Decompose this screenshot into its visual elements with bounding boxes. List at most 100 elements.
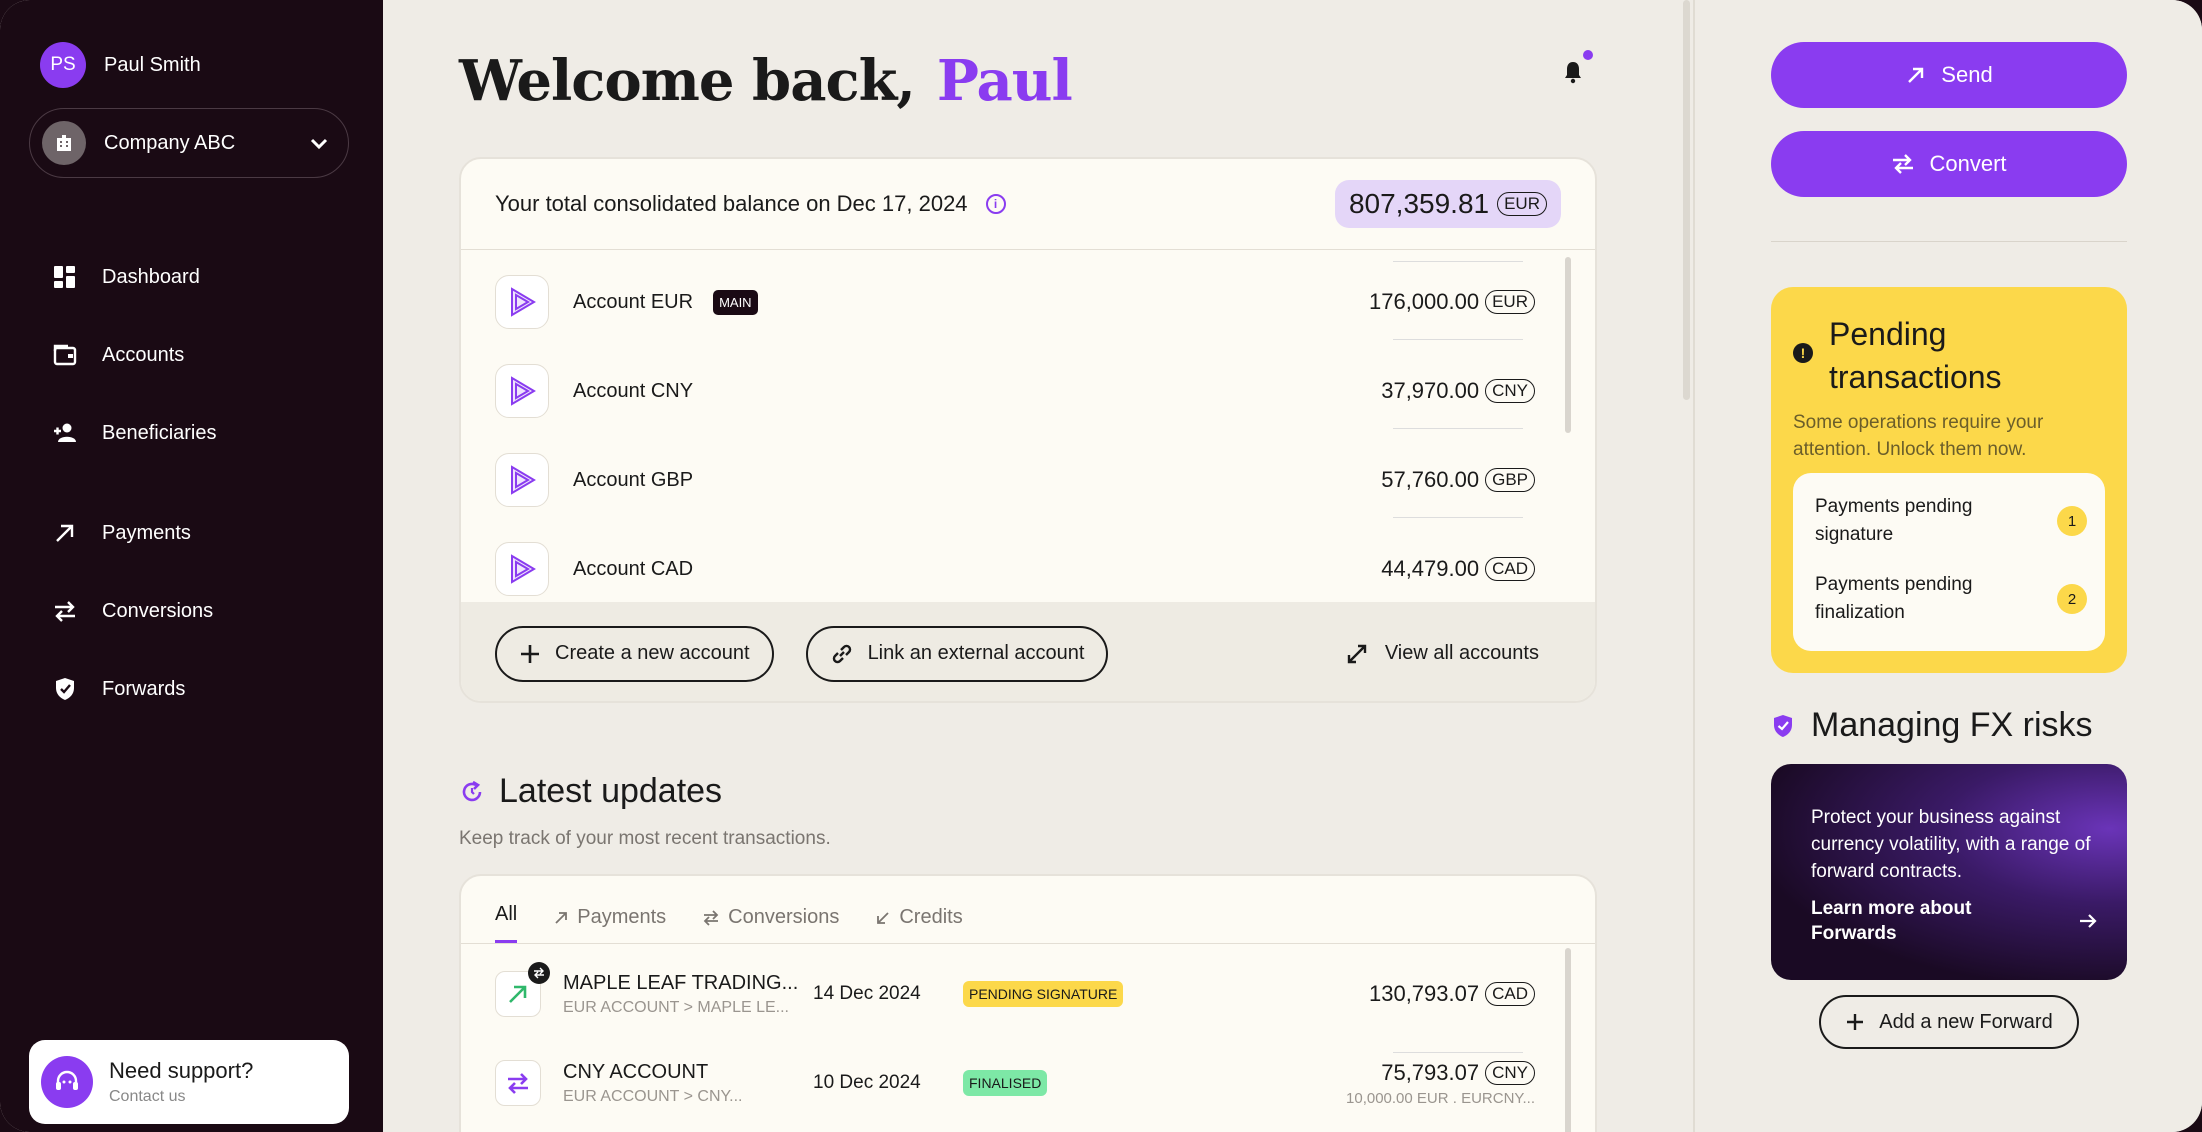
transaction-route: EUR ACCOUNT > CNY... (563, 1087, 743, 1105)
view-all-accounts-link[interactable]: View all accounts (1345, 642, 1539, 666)
updates-subtitle: Keep track of your most recent transacti… (459, 828, 831, 849)
tab-all[interactable]: All (495, 903, 518, 943)
account-logo-icon (495, 275, 549, 329)
transaction-row[interactable]: MAPLE LEAF TRADING... EUR ACCOUNT > MAPL… (495, 962, 1535, 1024)
fx-promo-card[interactable]: Protect your business against currency v… (1771, 764, 2127, 980)
headset-icon (41, 1056, 93, 1108)
pending-item[interactable]: Payments pending signature 1 (1815, 493, 2087, 549)
nav-label: Accounts (102, 343, 185, 366)
transaction-name: CNY ACCOUNT (563, 1060, 709, 1083)
updates-card: All Payments Conversions Credits MAPLE L… (459, 874, 1597, 1132)
divider (1393, 339, 1523, 340)
bell-icon[interactable] (1563, 60, 1583, 84)
page-title: Welcome back, Paul (459, 48, 1073, 114)
expand-icon (1347, 644, 1367, 663)
tab-conversions[interactable]: Conversions (702, 906, 839, 943)
currency-badge: CNY (1485, 379, 1535, 403)
company-switcher[interactable]: Company ABC (29, 108, 349, 178)
transaction-row[interactable]: CNY ACCOUNT EUR ACCOUNT > CNY... 10 Dec … (495, 1053, 1535, 1113)
transaction-conversion-detail: 10,000.00 EUR . EURCNY... (1346, 1089, 1535, 1107)
account-amount: 44,479.00 (1381, 556, 1480, 581)
updates-title: Latest updates (499, 772, 723, 810)
nav-forwards[interactable]: Forwards (52, 676, 185, 702)
account-row[interactable]: Account CAD 44,479.00 CAD (495, 539, 1535, 599)
arrow-right-icon[interactable] (2077, 910, 2099, 932)
shield-check-icon (1774, 714, 1792, 737)
company-building-icon (42, 121, 86, 165)
account-row[interactable]: Account EUR MAIN 176,000.00 EUR (495, 272, 1535, 332)
transaction-name: MAPLE LEAF TRADING... (563, 971, 799, 994)
account-name: Account CNY (573, 379, 694, 402)
currency-badge: EUR (1485, 290, 1535, 314)
create-account-label: Create a new account (555, 642, 750, 664)
arrow-up-right-icon (1908, 67, 1924, 83)
support-widget[interactable]: Need support? Contact us (29, 1040, 349, 1124)
info-icon[interactable]: i (985, 194, 1006, 214)
pending-item-label: Payments pending finalization (1815, 574, 1973, 623)
pending-title-line2: transactions (1829, 359, 2002, 395)
transaction-amount: 75,793.07 (1381, 1059, 1480, 1085)
user-profile[interactable]: PS Paul Smith (40, 42, 201, 88)
nav-accounts[interactable]: Accounts (52, 342, 184, 368)
company-name: Company ABC (104, 131, 236, 154)
link-icon (832, 644, 851, 663)
main-badge: MAIN (713, 289, 758, 315)
currency-badge: CAD (1485, 557, 1535, 581)
view-all-label: View all accounts (1384, 642, 1539, 664)
add-forward-label: Add a new Forward (1879, 1010, 2053, 1033)
main-scrollbar[interactable] (1683, 0, 1690, 400)
currency-badge: CNY (1485, 1060, 1535, 1085)
main-content: Welcome back, Paul Your total consolidate… (383, 0, 1693, 1132)
arrow-up-right-icon (555, 911, 568, 924)
pending-transactions-card: ! Pending transactions Some operations r… (1771, 287, 2127, 673)
app-window: PS Paul Smith Company ABC Dashboard Acco… (0, 0, 2202, 1132)
divider (1771, 241, 2127, 242)
account-name: Account GBP (573, 468, 694, 491)
pending-item[interactable]: Payments pending finalization 2 (1815, 571, 2087, 627)
plus-icon (521, 644, 539, 663)
tab-label: Credits (899, 906, 963, 928)
swap-arrows-icon (1893, 154, 1914, 174)
support-title: Need support? (109, 1058, 254, 1083)
total-balance: 807,359.81 EUR (1334, 180, 1561, 228)
link-account-button[interactable]: Link an external account (805, 625, 1109, 682)
account-name: Account EUR (573, 290, 694, 313)
pending-list: Payments pending signature 1 Payments pe… (1793, 473, 2105, 651)
transaction-date: 10 Dec 2024 (813, 1072, 921, 1093)
nav-dashboard[interactable]: Dashboard (52, 264, 200, 290)
person-add-icon (54, 423, 76, 442)
tab-credits[interactable]: Credits (875, 906, 963, 943)
pending-title: Pending transactions (1829, 313, 2002, 399)
tab-payments[interactable]: Payments (553, 906, 666, 943)
fx-section-title: Managing FX risks (1771, 706, 2093, 745)
updates-tabs: All Payments Conversions Credits (461, 876, 1595, 944)
link-account-label: Link an external account (867, 642, 1085, 664)
account-logo-icon (495, 453, 549, 507)
divider (1393, 261, 1523, 262)
account-row[interactable]: Account GBP 57,760.00 GBP (495, 450, 1535, 510)
nav-conversions[interactable]: Conversions (52, 598, 213, 624)
send-button[interactable]: Send (1771, 42, 2127, 108)
balance-card: Your total consolidated balance on Dec 1… (459, 157, 1597, 703)
tab-label: Payments (577, 906, 667, 928)
balance-header: Your total consolidated balance on Dec 1… (461, 159, 1595, 250)
right-panel: Send Convert ! Pending transactions Some… (1695, 0, 2202, 1132)
accounts-scrollbar[interactable] (1565, 257, 1571, 433)
updates-scrollbar[interactable] (1565, 948, 1571, 1132)
convert-button[interactable]: Convert (1771, 131, 2127, 197)
pending-count-badge: 2 (2057, 584, 2087, 614)
account-row[interactable]: Account CNY 37,970.00 CNY (495, 361, 1535, 421)
account-logo-icon (495, 542, 549, 596)
account-actions: Create a new account Link an external ac… (461, 602, 1595, 701)
create-account-button[interactable]: Create a new account (495, 625, 774, 682)
convert-label: Convert (1929, 151, 2007, 176)
nav-label: Beneficiaries (102, 421, 217, 444)
learn-more-forwards-link[interactable]: Learn more about Forwards (1811, 896, 2011, 946)
add-forward-button[interactable]: Add a new Forward (1819, 995, 2079, 1049)
fx-description: Protect your business against currency v… (1811, 807, 2091, 882)
nav-payments[interactable]: Payments (52, 520, 191, 546)
currency-badge: CAD (1485, 982, 1535, 1006)
nav-beneficiaries[interactable]: Beneficiaries (52, 420, 217, 446)
total-balance-amount: 807,359.81 (1348, 188, 1490, 219)
contact-us-link[interactable]: Contact us (109, 1088, 253, 1106)
